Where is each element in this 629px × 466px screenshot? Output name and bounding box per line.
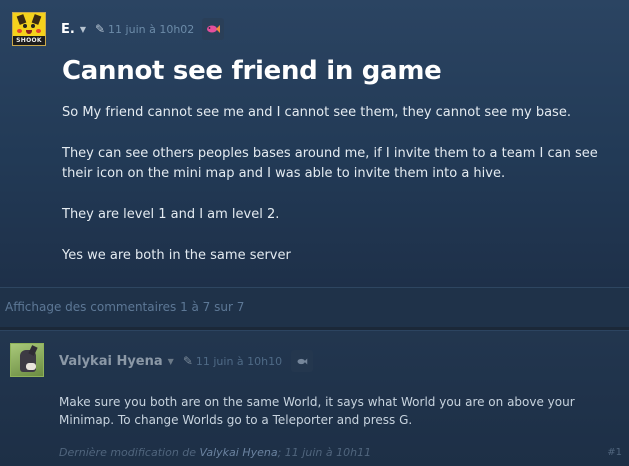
topic-title: Cannot see friend in game xyxy=(62,56,442,86)
topic-body: So My friend cannot see me and I cannot … xyxy=(62,103,628,287)
avatar-snout xyxy=(26,363,36,370)
commenter-avatar[interactable] xyxy=(10,343,44,377)
post-date: 11 juin à 10h02 xyxy=(108,22,195,36)
edit-note-prefix: Dernière modification de xyxy=(59,446,197,459)
avatar-ear xyxy=(28,345,38,356)
author-row: E. ▼ ✎ 11 juin à 10h02 xyxy=(61,18,225,40)
fish-badge-icon[interactable] xyxy=(202,18,225,40)
caret-down-icon[interactable]: ▼ xyxy=(80,25,86,34)
avatar-label: SHOOK xyxy=(13,36,45,45)
topic-post: SHOOK E. ▼ ✎ 11 juin à 10h02 Cannot see … xyxy=(0,0,629,287)
fish-badge-icon[interactable] xyxy=(291,350,314,372)
avatar-cheek xyxy=(17,29,22,33)
comments-count: Affichage des commentaires 1 à 7 sur 7 xyxy=(5,300,245,314)
avatar-eye xyxy=(23,24,27,28)
author-name[interactable]: E. xyxy=(61,22,75,37)
commenter-row: Valykai Hyena ▼ ✎ 11 juin à 10h10 xyxy=(59,350,314,372)
feather-icon: ✎ xyxy=(182,354,193,368)
comment-date: 11 juin à 10h10 xyxy=(195,354,283,368)
body-paragraph: Yes we are both in the same server xyxy=(62,248,291,263)
avatar-mouth xyxy=(26,30,32,34)
comment-number[interactable]: #1 xyxy=(607,447,622,458)
fish-badge-glyph xyxy=(207,25,221,33)
body-paragraph: So My friend cannot see me and I cannot … xyxy=(62,105,571,120)
avatar-cheek xyxy=(36,29,41,33)
fish-badge-glyph xyxy=(297,358,308,364)
author-avatar[interactable]: SHOOK xyxy=(12,12,46,46)
commenter-name[interactable]: Valykai Hyena xyxy=(59,354,163,369)
feather-icon: ✎ xyxy=(94,22,106,36)
edit-note-date: ; 11 juin à 10h11 xyxy=(277,446,372,459)
avatar-eye xyxy=(31,24,35,28)
edit-note-author[interactable]: Valykai Hyena xyxy=(200,446,278,459)
comment-text: Make sure you both are on the same World… xyxy=(59,395,575,427)
body-paragraph: They can see others peoples bases around… xyxy=(62,146,598,181)
comments-count-bar: Affichage des commentaires 1 à 7 sur 7 xyxy=(0,287,629,327)
body-paragraph: They are level 1 and I am level 2. xyxy=(62,207,280,222)
edit-note: Dernière modification de Valykai Hyena; … xyxy=(59,446,371,459)
caret-down-icon[interactable]: ▼ xyxy=(168,357,174,366)
